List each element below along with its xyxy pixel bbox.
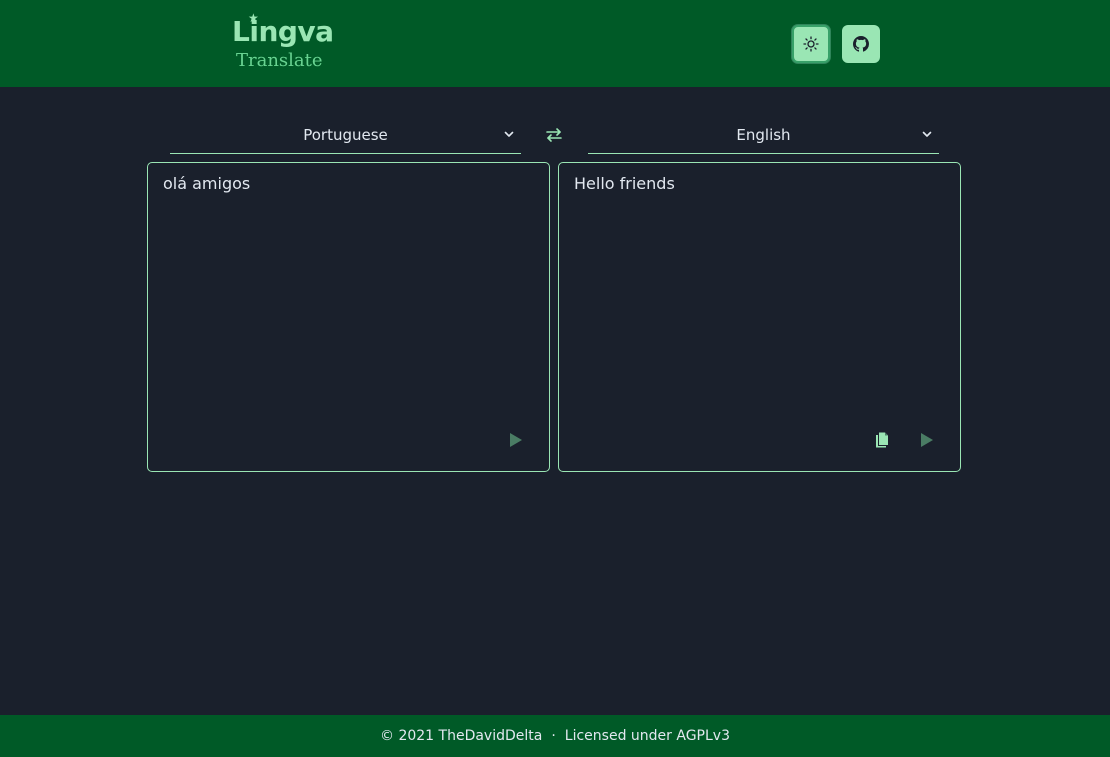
- source-text: olá amigos: [163, 174, 251, 193]
- chevron-down-icon: [922, 131, 932, 137]
- theme-toggle-button[interactable]: [792, 25, 830, 63]
- source-text-area[interactable]: olá amigos: [147, 162, 550, 472]
- play-icon: [510, 433, 522, 447]
- swap-languages-button[interactable]: [544, 125, 564, 145]
- target-language-label: English: [736, 125, 791, 144]
- translation-play-button[interactable]: [918, 431, 936, 449]
- source-language-select[interactable]: Portuguese: [170, 116, 521, 154]
- copy-translation-button[interactable]: [873, 431, 891, 449]
- sun-icon: [803, 36, 819, 52]
- github-button[interactable]: [842, 25, 880, 63]
- app-header: ★ Lingva Translate: [0, 0, 1110, 87]
- translation-text: Hello friends: [574, 174, 675, 193]
- translation-text-area[interactable]: Hello friends: [558, 162, 961, 472]
- chevron-down-icon: [504, 131, 514, 137]
- play-icon: [921, 433, 933, 447]
- logo[interactable]: ★ Lingva Translate: [232, 12, 336, 72]
- copy-icon: [876, 432, 888, 448]
- footer-separator: ·: [551, 728, 556, 744]
- github-icon: [853, 36, 869, 52]
- target-language-select[interactable]: English: [588, 116, 939, 154]
- copyright-text: © 2021 TheDavidDelta: [380, 728, 543, 744]
- app-footer: © 2021 TheDavidDelta · Licensed under AG…: [0, 715, 1110, 757]
- logo-subtitle: Translate: [236, 50, 323, 71]
- source-language-label: Portuguese: [303, 125, 388, 144]
- source-play-button[interactable]: [507, 431, 525, 449]
- license-link[interactable]: Licensed under AGPLv3: [565, 728, 730, 744]
- swap-arrows-icon: [546, 128, 562, 142]
- logo-title: Lingva: [232, 15, 334, 48]
